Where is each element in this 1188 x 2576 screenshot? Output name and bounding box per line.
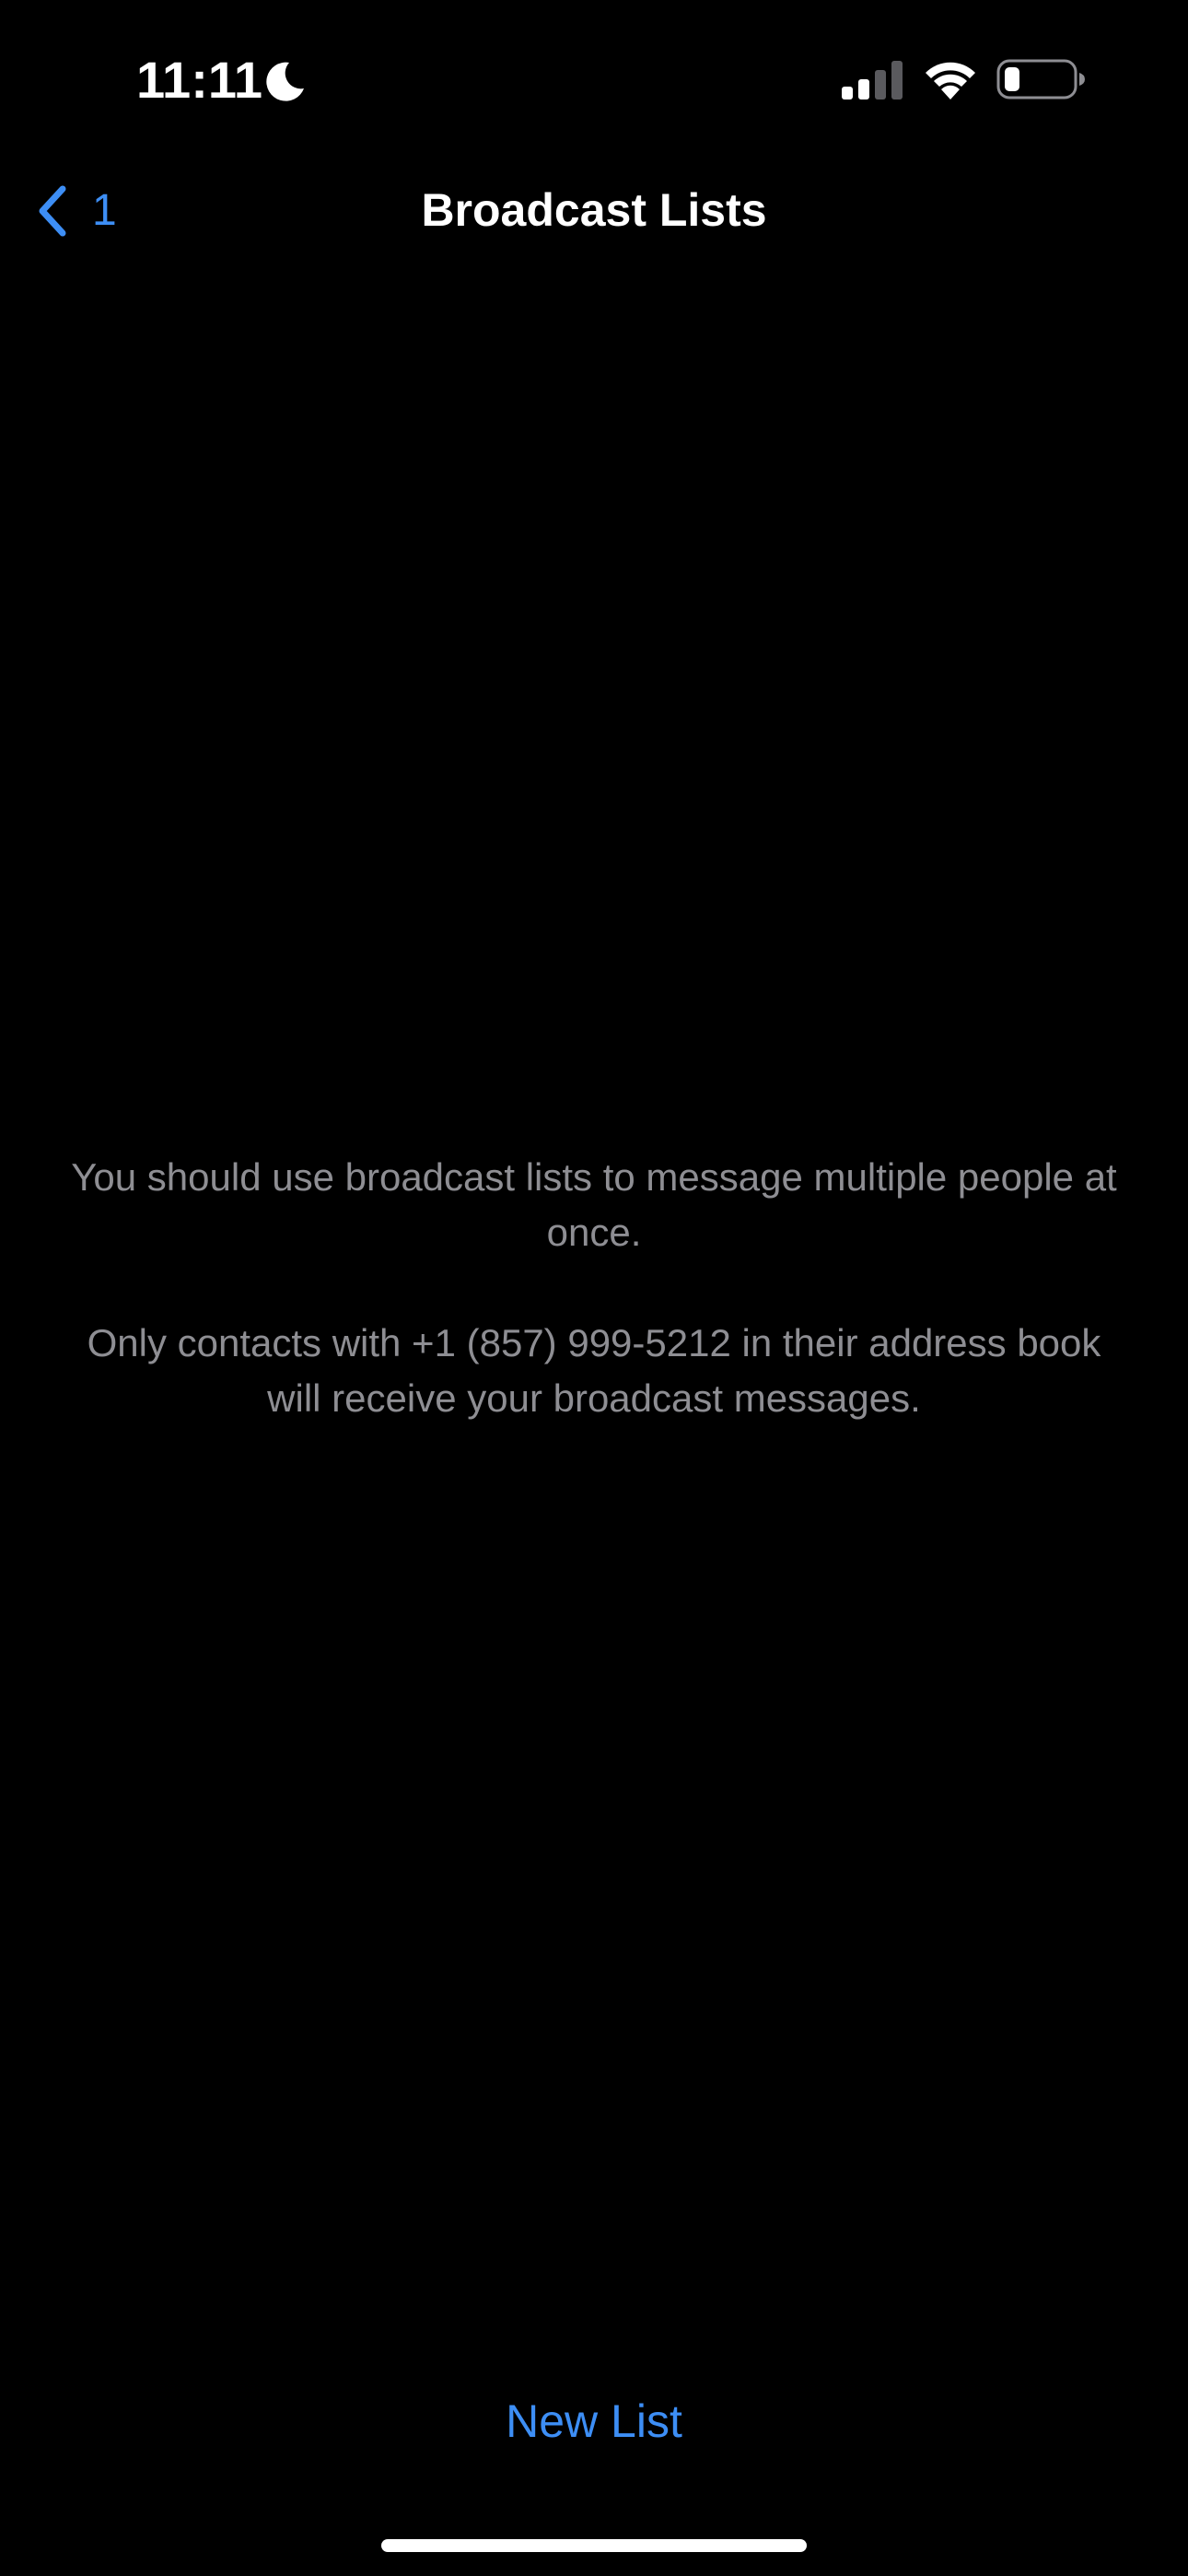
empty-state-message: You should use broadcast lists to messag…: [55, 1150, 1133, 1426]
page-title: Broadcast Lists: [421, 184, 767, 236]
new-list-button[interactable]: New List: [0, 2392, 1188, 2451]
info-text-contacts: Only contacts with +1 (857) 999-5212 in …: [87, 1321, 1101, 1420]
battery-icon: [996, 59, 1085, 100]
moon-icon: [266, 62, 304, 101]
cellular-signal-icon: [842, 61, 903, 100]
wifi-icon: [926, 62, 975, 100]
home-indicator[interactable]: [381, 2539, 807, 2552]
info-text-broadcast: You should use broadcast lists to messag…: [71, 1155, 1117, 1254]
status-bar: 11:11: [0, 0, 1188, 157]
navigation-bar: 1 Broadcast Lists: [0, 157, 1188, 267]
new-list-label[interactable]: New List: [506, 2395, 682, 2447]
status-time: 11:11: [136, 51, 263, 109]
